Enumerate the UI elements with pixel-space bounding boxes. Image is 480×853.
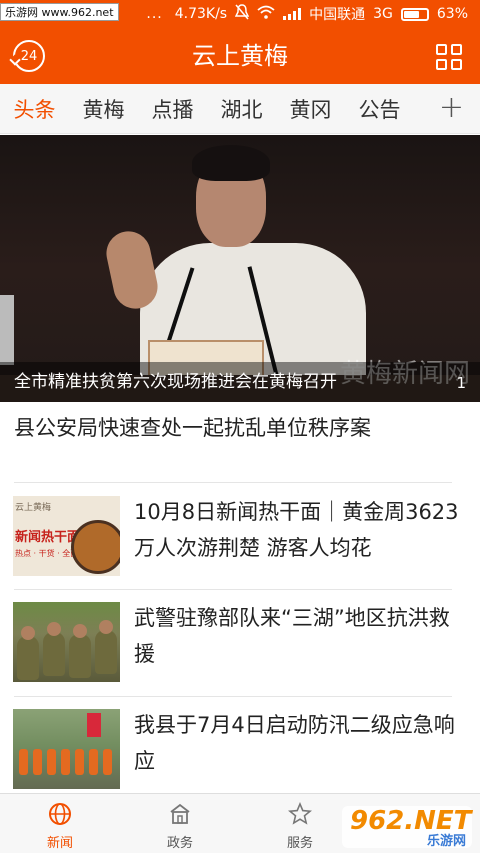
status-dots: ... — [146, 6, 163, 22]
news-thumbnail — [13, 602, 120, 682]
hero-person-hand — [102, 227, 162, 313]
thumb-figure-head — [47, 622, 61, 636]
tab-huanggang[interactable]: 黄冈 — [276, 94, 345, 124]
thumb-figure — [95, 630, 117, 674]
thumb-figure — [89, 749, 98, 775]
hero-person-hair — [192, 145, 270, 181]
site-watermark: 962.NET 乐游网 — [342, 806, 472, 849]
status-icons: ... 4.73K/s 中国联通 3G 63% — [146, 0, 468, 28]
channel-tabs: 头条 黄梅 点播 湖北 黄冈 公告 + — [0, 84, 480, 134]
news-thumbnail: 云上黄梅 新闻热干面 热点 · 干货 · 全面 — [13, 496, 120, 576]
thumb-figure — [19, 749, 28, 775]
network-speed: 4.73K/s — [174, 6, 228, 22]
watermark-subtitle: 乐游网 — [426, 834, 466, 849]
news-item[interactable]: 我县于7月4日启动防汛二级应急响应 — [0, 697, 480, 797]
add-channel-button[interactable]: + — [439, 93, 464, 123]
headline-news[interactable]: 县公安局快速查处一起扰乱单位秩序案 — [14, 408, 466, 448]
news-thumbnail — [13, 709, 120, 789]
thumb-figure — [69, 634, 91, 678]
thumb-subtitle: 热点 · 干货 · 全面 — [15, 549, 79, 558]
watermark-text: 乐游网 www.962.net — [0, 3, 119, 21]
nav-label: 政务 — [166, 836, 193, 851]
tab-toutiao[interactable]: 头条 — [0, 94, 69, 124]
tab-hubei[interactable]: 湖北 — [207, 94, 276, 124]
tab-gonggao[interactable]: 公告 — [345, 94, 414, 124]
news-title: 我县于7月4日启动防汛二级应急响应 — [134, 713, 455, 773]
battery-percent: 63% — [436, 6, 468, 22]
wifi-icon — [257, 5, 275, 23]
network-type: 3G — [373, 6, 393, 22]
thumb-figure — [33, 749, 42, 775]
nav-label: 新闻 — [46, 836, 73, 851]
building-icon — [170, 803, 190, 824]
thumb-figure — [103, 749, 112, 775]
app-bar: 24 云上黄梅 — [0, 28, 480, 84]
star-icon — [288, 802, 312, 825]
noodle-bowl — [71, 520, 120, 574]
nav-news[interactable]: 新闻 — [0, 794, 120, 853]
carrier-name: 中国联通 — [309, 7, 366, 23]
thumb-figure — [17, 636, 39, 680]
grid-menu-icon[interactable] — [436, 44, 462, 70]
hero-cup — [0, 295, 14, 365]
thumb-figure-head — [73, 624, 87, 638]
divider — [14, 482, 452, 483]
nav-government[interactable]: 政务 — [120, 794, 240, 853]
thumb-brand: 云上黄梅 — [15, 503, 52, 513]
thumb-title: 新闻热干面 — [15, 530, 81, 545]
signal-icon — [283, 8, 302, 20]
app-title: 云上黄梅 — [192, 42, 288, 70]
battery-icon — [400, 7, 429, 21]
tab-huangmei[interactable]: 黄梅 — [69, 94, 138, 124]
news-title: 武警驻豫部队来“三湖”地区抗洪救援 — [134, 606, 450, 666]
thumb-figure-head — [21, 626, 35, 640]
hero-banner[interactable]: 黄梅新闻网 全市精准扶贫第六次现场推进会在黄梅召开 1 — [0, 135, 480, 402]
hero-page-indicator: 1 — [456, 374, 466, 392]
news-title: 10月8日新闻热干面｜黄金周3623万人次游荆楚 游客人均花 — [134, 500, 459, 560]
news-item[interactable]: 武警驻豫部队来“三湖”地区抗洪救援 — [0, 590, 480, 690]
thumb-figure-head — [99, 620, 113, 634]
thumb-figure — [61, 749, 70, 775]
hero-caption: 全市精准扶贫第六次现场推进会在黄梅召开 — [0, 362, 480, 402]
thumb-figure — [47, 749, 56, 775]
status-bar: 乐游网 www.962.net ... 4.73K/s 中国联通 3G 63% — [0, 0, 480, 28]
tab-dianbo[interactable]: 点播 — [138, 94, 207, 124]
news-item[interactable]: 云上黄梅 新闻热干面 热点 · 干货 · 全面 10月8日新闻热干面｜黄金周36… — [0, 484, 480, 584]
thumb-figure — [75, 749, 84, 775]
thumb-figure — [43, 632, 65, 676]
mute-icon — [234, 4, 250, 24]
thumb-flag — [87, 713, 101, 737]
globe-icon — [49, 803, 71, 825]
